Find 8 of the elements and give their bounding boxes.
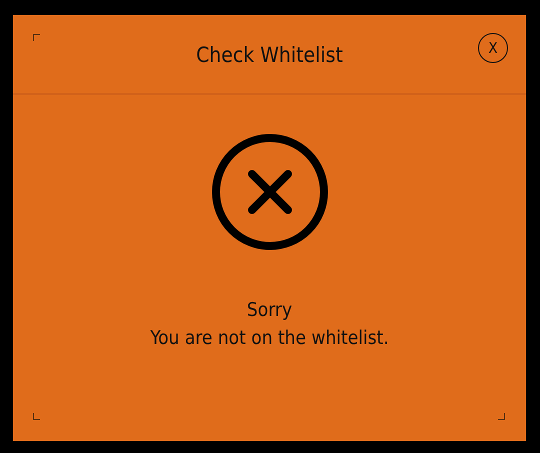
corner-mark [33,34,40,41]
corner-mark [33,413,40,420]
close-button[interactable]: X [478,33,508,63]
corner-mark [498,413,505,420]
dialog-title: Check Whitelist [196,43,343,67]
message-text: You are not on the whitelist. [150,327,389,349]
error-icon [210,133,328,251]
message-heading: Sorry [246,299,292,321]
